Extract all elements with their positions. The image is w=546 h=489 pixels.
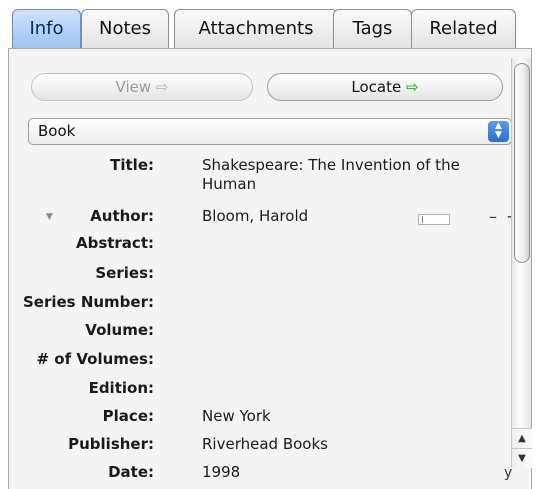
locate-button[interactable]: Locate ⇨ — [267, 73, 503, 101]
field-label-volume: Volume: — [85, 321, 154, 339]
item-type-select[interactable]: Book ▲ ▼ — [28, 118, 512, 145]
field-label-abstract: Abstract: — [75, 234, 154, 252]
field-label-place: Place: — [102, 407, 154, 425]
item-pane: Info Notes Attachments Tags Related View… — [0, 0, 546, 489]
field-row-date: Date: 1998 y — [9, 463, 524, 487]
field-label-title: Title: — [110, 156, 154, 174]
field-label-edition: Edition: — [88, 379, 154, 397]
field-row-edition: Edition: — [9, 379, 524, 403]
field-label-publisher: Publisher: — [68, 435, 154, 453]
field-row-abstract: Abstract: — [9, 234, 524, 258]
field-row-publisher: Publisher: Riverhead Books — [9, 435, 524, 459]
stepper-down-icon: ▼ — [495, 130, 502, 140]
item-type-value: Book — [38, 122, 76, 140]
scrollbar-thumb[interactable] — [514, 63, 530, 263]
field-label-num-volumes: # of Volumes: — [36, 350, 155, 368]
field-value-date[interactable]: 1998 — [202, 463, 240, 482]
field-row-series: Series: — [9, 264, 524, 288]
field-row-place: Place: New York — [9, 407, 524, 431]
field-row-series-number: Series Number: — [9, 293, 524, 317]
field-row-num-volumes: # of Volumes: — [9, 350, 524, 374]
tab-attachments[interactable]: Attachments — [174, 9, 338, 49]
field-value-title[interactable]: Shakespeare: The Invention of the Human — [202, 156, 460, 194]
field-row-author: ▼ Author: Bloom, Harold – + — [9, 207, 524, 231]
select-stepper-icon: ▲ ▼ — [488, 121, 509, 142]
view-button[interactable]: View ⇨ — [31, 73, 253, 101]
info-panel: View ⇨ Locate ⇨ Book ▲ ▼ Title: Shakespe… — [8, 48, 532, 489]
tab-related[interactable]: Related — [411, 9, 516, 49]
field-value-author[interactable]: Bloom, Harold — [202, 207, 308, 226]
view-arrow-icon: ⇨ — [155, 78, 169, 96]
title-line-1: Shakespeare: The Invention of the — [202, 156, 460, 174]
tab-notes[interactable]: Notes — [81, 9, 169, 49]
scroll-down-icon[interactable]: ▼ — [512, 448, 532, 468]
view-button-label: View — [115, 78, 152, 96]
field-value-place[interactable]: New York — [202, 407, 271, 426]
field-row-volume: Volume: — [9, 321, 524, 345]
vertical-scrollbar[interactable]: ▲ ▼ — [511, 58, 532, 468]
field-label-series-number: Series Number: — [22, 293, 154, 311]
remove-creator-button[interactable]: – — [489, 207, 497, 226]
tab-tags[interactable]: Tags — [333, 9, 412, 49]
field-row-title: Title: Shakespeare: The Invention of the… — [9, 156, 524, 200]
field-label-date: Date: — [108, 463, 154, 481]
field-label-series: Series: — [95, 264, 154, 282]
field-label-author[interactable]: Author: — [0, 207, 154, 225]
creator-mode-input[interactable] — [418, 214, 450, 225]
title-line-2: Human — [202, 175, 257, 193]
field-value-publisher[interactable]: Riverhead Books — [202, 435, 328, 454]
scroll-up-icon[interactable]: ▲ — [512, 428, 532, 448]
tab-info[interactable]: Info — [12, 9, 81, 49]
locate-arrow-icon: ⇨ — [406, 78, 419, 96]
locate-button-label: Locate — [351, 78, 402, 96]
